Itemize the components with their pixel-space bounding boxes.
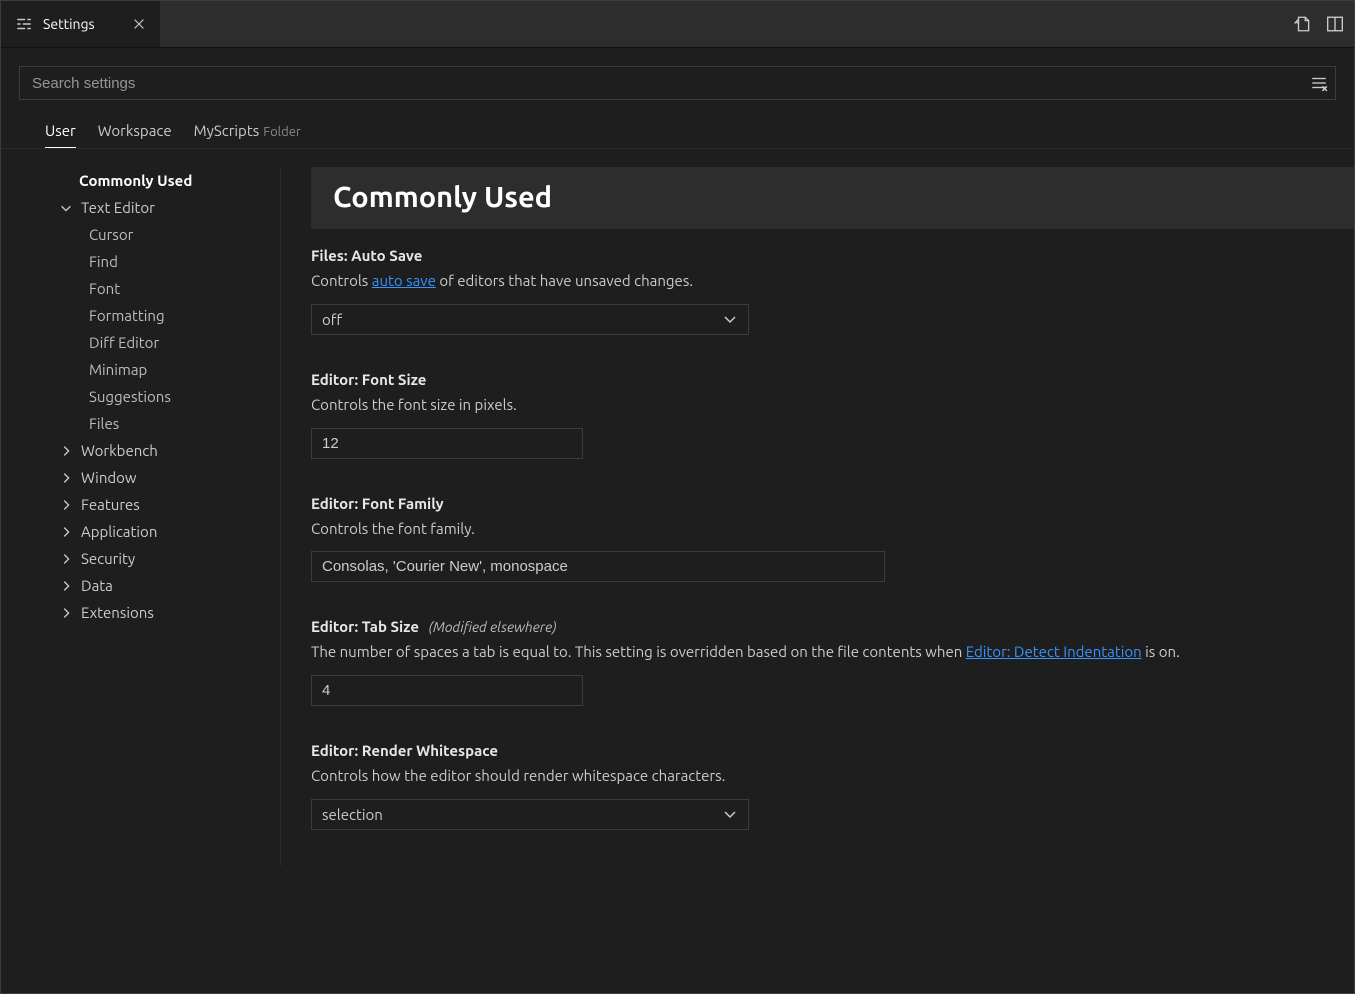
chevron-down-icon xyxy=(57,201,75,215)
scope-folder-suffix: Folder xyxy=(263,125,301,139)
tabbar-actions xyxy=(1284,1,1354,47)
setting-title: Editor: Font Size xyxy=(311,371,1354,388)
toc-label: Data xyxy=(81,577,113,594)
link-auto-save[interactable]: auto save xyxy=(372,272,436,289)
settings-toc: Commonly Used Text Editor Cursor Find Fo… xyxy=(1,167,281,866)
setting-title: Editor: Tab Size (Modified elsewhere) xyxy=(311,618,1354,635)
settings-content: Commonly Used Files: Auto Save Controls … xyxy=(281,167,1354,866)
setting-editor-font-family: Editor: Font Family Controls the font fa… xyxy=(311,495,1354,583)
chevron-right-icon xyxy=(57,606,75,620)
toc-font[interactable]: Font xyxy=(53,275,280,302)
setting-files-auto-save: Files: Auto Save Controls auto save of e… xyxy=(311,247,1354,335)
toc-diff-editor[interactable]: Diff Editor xyxy=(53,329,280,356)
input-font-size[interactable] xyxy=(311,428,583,459)
toc-files[interactable]: Files xyxy=(53,410,280,437)
setting-description: Controls the font size in pixels. xyxy=(311,394,1354,416)
toc-window[interactable]: Window xyxy=(53,464,280,491)
search-settings-input[interactable] xyxy=(19,66,1336,100)
open-settings-json-icon[interactable] xyxy=(1294,15,1312,33)
toc-label: Window xyxy=(81,469,137,486)
select-render-whitespace[interactable]: selection xyxy=(311,799,749,830)
setting-description: Controls auto save of editors that have … xyxy=(311,270,1354,292)
clear-search-icon[interactable] xyxy=(1310,74,1328,92)
setting-editor-tab-size: Editor: Tab Size (Modified elsewhere) Th… xyxy=(311,618,1354,706)
toc-formatting[interactable]: Formatting xyxy=(53,302,280,329)
chevron-down-icon xyxy=(722,311,738,327)
editor-tab-bar: Settings xyxy=(1,1,1354,48)
chevron-right-icon xyxy=(57,471,75,485)
close-icon[interactable] xyxy=(132,17,146,31)
setting-title: Editor: Render Whitespace xyxy=(311,742,1354,759)
chevron-right-icon xyxy=(57,444,75,458)
chevron-right-icon xyxy=(57,498,75,512)
toc-features[interactable]: Features xyxy=(53,491,280,518)
settings-scope-tabs: User Workspace MyScripts Folder xyxy=(1,100,1354,149)
toc-label: Application xyxy=(81,523,157,540)
scope-workspace[interactable]: Workspace xyxy=(98,122,172,147)
toc-label: Workbench xyxy=(81,442,158,459)
setting-description: Controls the font family. xyxy=(311,518,1354,540)
setting-editor-font-size: Editor: Font Size Controls the font size… xyxy=(311,371,1354,459)
toc-extensions[interactable]: Extensions xyxy=(53,599,280,626)
setting-editor-render-whitespace: Editor: Render Whitespace Controls how t… xyxy=(311,742,1354,830)
setting-description: Controls how the editor should render wh… xyxy=(311,765,1354,787)
chevron-right-icon xyxy=(57,525,75,539)
scope-folder-name: MyScripts xyxy=(194,122,260,139)
modified-elsewhere-label: (Modified elsewhere) xyxy=(429,619,557,635)
chevron-right-icon xyxy=(57,579,75,593)
toc-label: Extensions xyxy=(81,604,154,621)
scope-user[interactable]: User xyxy=(45,122,76,148)
toc-text-editor[interactable]: Text Editor xyxy=(53,194,280,221)
tab-settings[interactable]: Settings xyxy=(1,1,161,47)
split-editor-icon[interactable] xyxy=(1326,15,1344,33)
toc-cursor[interactable]: Cursor xyxy=(53,221,280,248)
setting-title: Editor: Font Family xyxy=(311,495,1354,512)
select-auto-save[interactable]: off xyxy=(311,304,749,335)
toc-commonly-used[interactable]: Commonly Used xyxy=(53,167,280,194)
toc-suggestions[interactable]: Suggestions xyxy=(53,383,280,410)
input-tab-size[interactable] xyxy=(311,675,583,706)
input-font-family[interactable] xyxy=(311,551,885,582)
toc-minimap[interactable]: Minimap xyxy=(53,356,280,383)
toc-data[interactable]: Data xyxy=(53,572,280,599)
chevron-down-icon xyxy=(722,806,738,822)
toc-label: Features xyxy=(81,496,140,513)
content-heading: Commonly Used xyxy=(311,167,1354,229)
toc-application[interactable]: Application xyxy=(53,518,280,545)
toc-label: Text Editor xyxy=(81,199,155,216)
toc-label: Security xyxy=(81,550,135,567)
toc-workbench[interactable]: Workbench xyxy=(53,437,280,464)
toc-find[interactable]: Find xyxy=(53,248,280,275)
setting-description: The number of spaces a tab is equal to. … xyxy=(311,641,1354,663)
select-value: selection xyxy=(322,806,383,823)
settings-file-icon xyxy=(15,15,33,33)
link-detect-indentation[interactable]: Editor: Detect Indentation xyxy=(966,643,1142,660)
setting-title: Files: Auto Save xyxy=(311,247,1354,264)
toc-security[interactable]: Security xyxy=(53,545,280,572)
chevron-right-icon xyxy=(57,552,75,566)
select-value: off xyxy=(322,311,342,328)
scope-folder[interactable]: MyScripts Folder xyxy=(194,122,301,147)
tab-label: Settings xyxy=(43,16,95,32)
